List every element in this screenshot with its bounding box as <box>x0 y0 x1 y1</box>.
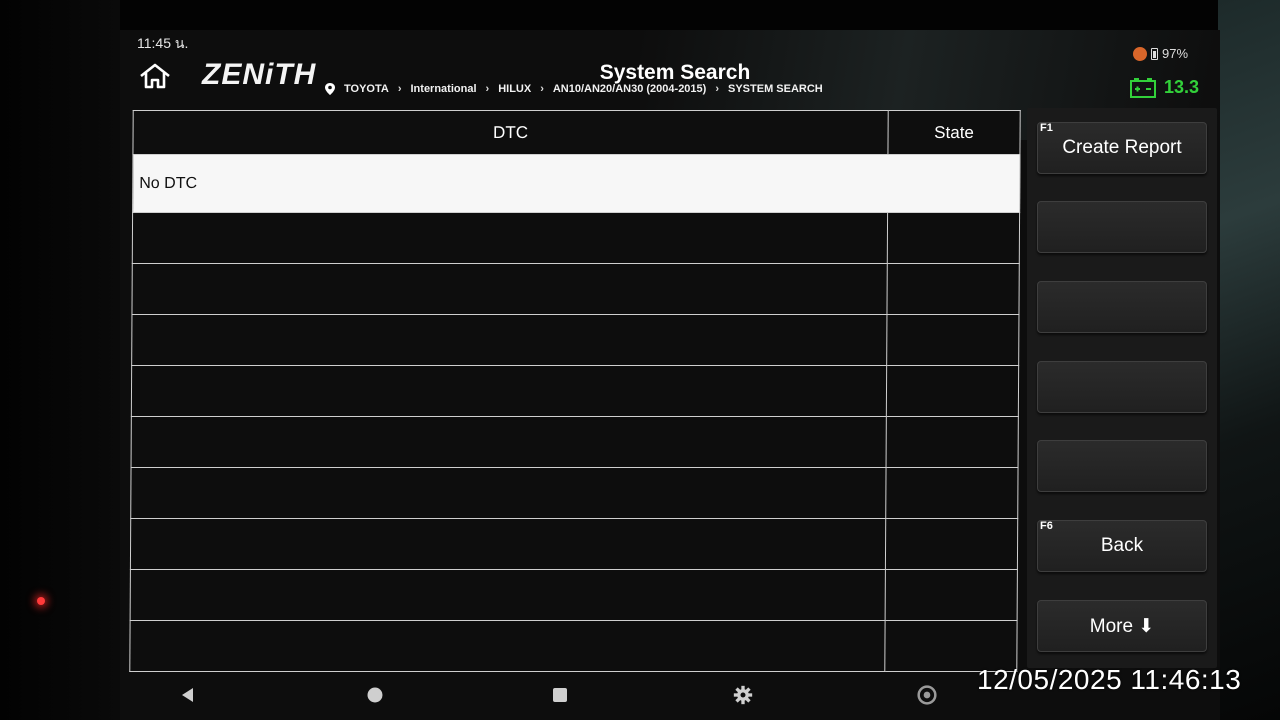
state-cell <box>886 263 1020 315</box>
dtc-cell <box>130 569 886 621</box>
device-bezel-left <box>0 0 120 720</box>
dtc-cell <box>132 212 888 264</box>
state-cell <box>885 467 1019 519</box>
column-header-state: State <box>887 110 1021 155</box>
chrome-icon[interactable] <box>915 680 939 710</box>
table-row[interactable]: No DTC <box>132 154 1020 213</box>
table-row[interactable] <box>132 212 1020 264</box>
table-header-row: DTC State <box>132 110 1021 155</box>
table-row[interactable] <box>131 416 1019 468</box>
dtc-cell <box>131 365 887 417</box>
battery-voltage: 13.3 <box>1130 76 1199 98</box>
table-row[interactable] <box>130 518 1018 570</box>
table-row[interactable] <box>131 365 1019 417</box>
breadcrumb-chevron-icon: › <box>485 83 490 95</box>
function-button-f3[interactable] <box>1037 281 1207 333</box>
dtc-cell <box>131 416 887 468</box>
create-report-button[interactable]: F1 Create Report <box>1037 122 1207 174</box>
dtc-cell <box>130 467 887 519</box>
dtc-cell: No DTC <box>132 154 1020 213</box>
device-bezel-top <box>0 0 1280 30</box>
home-icon[interactable] <box>138 62 172 90</box>
state-cell <box>885 569 1018 621</box>
device-bezel-right <box>1218 0 1280 720</box>
car-battery-icon <box>1130 78 1156 98</box>
back-button[interactable]: F6 Back <box>1037 520 1207 572</box>
table-row[interactable] <box>129 620 1018 672</box>
breadcrumb-chevron-icon: › <box>397 83 402 95</box>
state-cell <box>885 518 1018 570</box>
battery-icon <box>1151 47 1158 60</box>
state-cell <box>886 365 1019 417</box>
recents-icon[interactable] <box>549 680 571 710</box>
settings-gear-icon[interactable] <box>731 680 755 710</box>
breadcrumb-item-model[interactable]: HILUX <box>498 83 531 95</box>
dtc-table: DTC State No DTC <box>129 110 1021 672</box>
status-time: 11:45 น. <box>137 35 189 51</box>
power-led-indicator <box>37 597 45 605</box>
dtc-cell <box>130 518 886 570</box>
battery-percent: 97% <box>1162 46 1189 61</box>
breadcrumb-chevron-icon: › <box>540 83 544 95</box>
dtc-cell <box>129 620 886 672</box>
more-button[interactable]: More ⬇ <box>1037 600 1207 652</box>
function-button-f2[interactable] <box>1037 201 1207 253</box>
battery-status: 97% <box>1133 46 1188 61</box>
breadcrumb-item-region[interactable]: International <box>411 83 477 95</box>
dtc-cell <box>131 314 887 366</box>
state-cell <box>886 416 1019 468</box>
voltage-value: 13.3 <box>1164 76 1200 97</box>
table-row[interactable] <box>130 569 1018 621</box>
function-button-f4[interactable] <box>1037 361 1207 413</box>
back-icon[interactable] <box>177 680 199 710</box>
state-cell <box>886 314 1019 366</box>
function-key-label: F6 <box>1040 520 1053 532</box>
state-cell <box>887 212 1020 264</box>
breadcrumb-item-make[interactable]: TOYOTA <box>344 83 389 95</box>
photo-timestamp: 12/05/2025 11:46:13 <box>977 664 1242 695</box>
zenith-logo: ZENiTH <box>202 58 317 91</box>
function-key-label: F1 <box>1040 122 1053 134</box>
page-title: System Search <box>599 61 751 84</box>
dtc-cell <box>131 263 888 315</box>
button-label: More ⬇ <box>1089 615 1155 637</box>
function-button-f5[interactable] <box>1037 440 1207 492</box>
notification-alert-icon <box>1133 46 1147 61</box>
location-pin-icon <box>325 83 335 95</box>
button-label: Create Report <box>1062 137 1182 158</box>
home-circle-icon[interactable] <box>364 680 386 710</box>
column-header-dtc: DTC <box>132 110 889 155</box>
button-label: Back <box>1100 535 1144 556</box>
table-row[interactable] <box>130 467 1019 519</box>
table-row[interactable] <box>131 314 1019 366</box>
table-row[interactable] <box>131 263 1020 315</box>
